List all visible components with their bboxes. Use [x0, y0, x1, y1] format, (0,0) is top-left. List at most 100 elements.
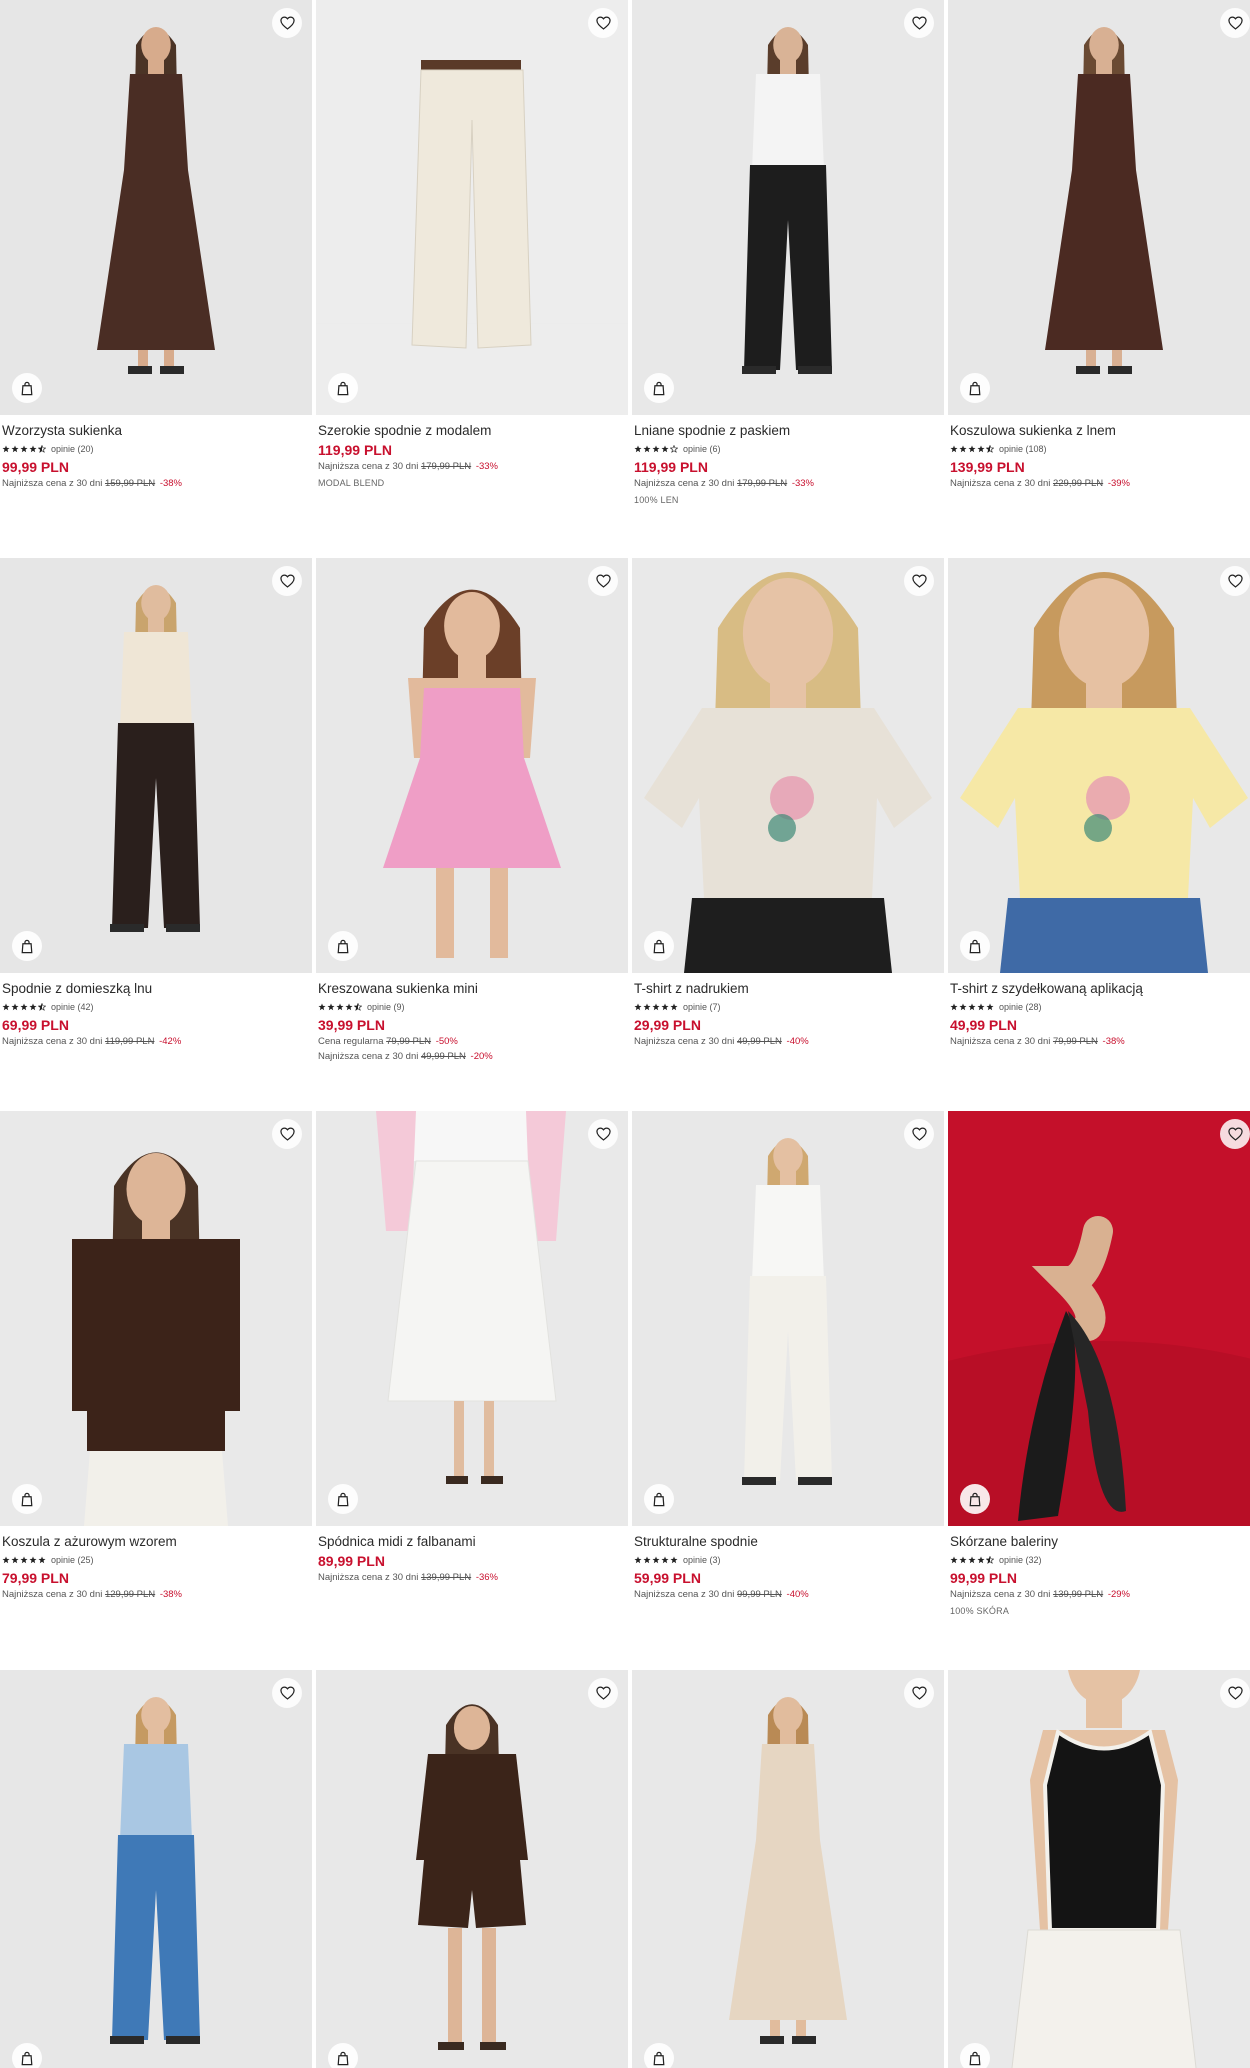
- product-card[interactable]: Kreszowana sukienka mini opinie (9) 39,99…: [316, 558, 628, 1098]
- product-info: Skórzane baleriny opinie (32) 99,99 PLN Na…: [950, 1533, 1250, 1619]
- shopping-bag-icon[interactable]: [960, 1484, 990, 1514]
- product-card[interactable]: Szerokie spodnie z modalem 119,99 PLN Najn…: [316, 0, 628, 540]
- opinions-count[interactable]: opinie (25): [51, 1555, 94, 1565]
- heart-icon[interactable]: [1220, 566, 1250, 596]
- price-history-line: Najniższa cena z 30 dni 119,99 PLN -42%: [2, 1034, 310, 1049]
- product-card[interactable]: Lniane spodnie z paskiem opinie (6) 119,99…: [632, 0, 944, 540]
- heart-icon[interactable]: [904, 566, 934, 596]
- shopping-bag-icon[interactable]: [644, 2043, 674, 2068]
- product-image[interactable]: [316, 0, 628, 415]
- product-card[interactable]: Skórzane baleriny opinie (32) 99,99 PLN Na…: [948, 1111, 1250, 1651]
- shopping-bag-icon[interactable]: [960, 373, 990, 403]
- heart-icon[interactable]: [588, 1119, 618, 1149]
- product-title[interactable]: Kreszowana sukienka mini: [318, 980, 626, 998]
- heart-icon[interactable]: [1220, 1678, 1250, 1708]
- price-history-line: Najniższa cena z 30 dni 139,99 PLN -29%: [950, 1587, 1250, 1602]
- price-history-label: Najniższa cena z 30 dni: [634, 478, 735, 489]
- star-icon: [950, 1003, 994, 1011]
- heart-icon[interactable]: [904, 8, 934, 38]
- product-title[interactable]: Spodnie z domieszką lnu: [2, 980, 310, 998]
- product-card[interactable]: Koszulowa sukienka z lnem opinie (108) 13…: [948, 0, 1250, 540]
- product-card[interactable]: [948, 1670, 1250, 2068]
- product-image[interactable]: [316, 1670, 628, 2068]
- shopping-bag-icon[interactable]: [328, 2043, 358, 2068]
- shopping-bag-icon[interactable]: [328, 1484, 358, 1514]
- product-card[interactable]: [632, 1670, 944, 2068]
- shopping-bag-icon[interactable]: [12, 931, 42, 961]
- shopping-bag-icon[interactable]: [644, 931, 674, 961]
- shopping-bag-icon[interactable]: [960, 931, 990, 961]
- product-title[interactable]: T-shirt z nadrukiem: [634, 980, 942, 998]
- product-title[interactable]: Koszula z ażurowym wzorem: [2, 1533, 310, 1551]
- old-price: 49,99 PLN: [420, 1051, 466, 1062]
- product-image[interactable]: [316, 1111, 628, 1526]
- heart-icon[interactable]: [272, 566, 302, 596]
- shopping-bag-icon[interactable]: [12, 373, 42, 403]
- product-title[interactable]: Skórzane baleriny: [950, 1533, 1250, 1551]
- product-card[interactable]: Strukturalne spodnie opinie (3) 59,99 PLN N…: [632, 1111, 944, 1651]
- opinions-count[interactable]: opinie (3): [683, 1555, 721, 1565]
- price-history-label: Najniższa cena z 30 dni: [950, 1589, 1051, 1600]
- opinions-count[interactable]: opinie (7): [683, 1002, 721, 1012]
- shopping-bag-icon[interactable]: [12, 2043, 42, 2068]
- shopping-bag-icon[interactable]: [328, 931, 358, 961]
- product-card[interactable]: T-shirt z nadrukiem opinie (7) 29,99 PLN Na…: [632, 558, 944, 1098]
- heart-icon[interactable]: [588, 8, 618, 38]
- product-image[interactable]: [948, 0, 1250, 415]
- star-icon: [2, 1003, 46, 1011]
- product-image[interactable]: [948, 1670, 1250, 2068]
- product-title[interactable]: Wzorzysta sukienka: [2, 422, 310, 440]
- product-title[interactable]: Szerokie spodnie z modalem: [318, 422, 626, 440]
- star-icon: [2, 445, 46, 453]
- product-image[interactable]: [316, 558, 628, 973]
- product-image[interactable]: [632, 558, 944, 973]
- discount-badge: -39%: [1107, 478, 1130, 489]
- product-card[interactable]: [0, 1670, 312, 2068]
- opinions-count[interactable]: opinie (20): [51, 444, 94, 454]
- product-image[interactable]: [0, 1111, 312, 1526]
- opinions-count[interactable]: opinie (28): [999, 1002, 1042, 1012]
- material-note: 100% SKÓRA: [950, 1606, 1010, 1616]
- opinions-count[interactable]: opinie (9): [367, 1002, 405, 1012]
- product-card[interactable]: [316, 1670, 628, 2068]
- opinions-count[interactable]: opinie (32): [999, 1555, 1042, 1565]
- discount-badge: -36%: [475, 1572, 498, 1583]
- product-image[interactable]: [632, 1111, 944, 1526]
- product-card[interactable]: Spódnica midi z falbanami 89,99 PLN Najniż…: [316, 1111, 628, 1651]
- shopping-bag-icon[interactable]: [328, 373, 358, 403]
- shopping-bag-icon[interactable]: [644, 373, 674, 403]
- product-image[interactable]: [632, 0, 944, 415]
- product-image[interactable]: [948, 558, 1250, 973]
- heart-icon[interactable]: [272, 1119, 302, 1149]
- old-price: 49,99 PLN: [736, 1036, 782, 1047]
- heart-icon[interactable]: [272, 8, 302, 38]
- heart-icon[interactable]: [588, 566, 618, 596]
- heart-icon[interactable]: [904, 1678, 934, 1708]
- product-title[interactable]: Lniane spodnie z paskiem: [634, 422, 942, 440]
- opinions-count[interactable]: opinie (42): [51, 1002, 94, 1012]
- product-image[interactable]: [0, 0, 312, 415]
- opinions-count[interactable]: opinie (108): [999, 444, 1047, 454]
- product-image[interactable]: [0, 1670, 312, 2068]
- product-card[interactable]: Spodnie z domieszką lnu opinie (42) 69,99…: [0, 558, 312, 1098]
- heart-icon[interactable]: [588, 1678, 618, 1708]
- opinions-count[interactable]: opinie (6): [683, 444, 721, 454]
- product-card[interactable]: Wzorzysta sukienka opinie (20) 99,99 PLN N…: [0, 0, 312, 540]
- product-price: 39,99 PLN: [318, 1017, 385, 1033]
- product-title[interactable]: Koszulowa sukienka z lnem: [950, 422, 1250, 440]
- product-title[interactable]: T-shirt z szydełkowaną aplikacją: [950, 980, 1250, 998]
- product-image[interactable]: [0, 558, 312, 973]
- product-image[interactable]: [948, 1111, 1250, 1526]
- product-title[interactable]: Spódnica midi z falbanami: [318, 1533, 626, 1551]
- heart-icon[interactable]: [1220, 8, 1250, 38]
- shopping-bag-icon[interactable]: [644, 1484, 674, 1514]
- product-title[interactable]: Strukturalne spodnie: [634, 1533, 942, 1551]
- shopping-bag-icon[interactable]: [960, 2043, 990, 2068]
- product-image[interactable]: [632, 1670, 944, 2068]
- product-card[interactable]: Koszula z ażurowym wzorem opinie (25) 79,9…: [0, 1111, 312, 1651]
- product-card[interactable]: T-shirt z szydełkowaną aplikacją opinie (…: [948, 558, 1250, 1098]
- heart-icon[interactable]: [272, 1678, 302, 1708]
- heart-icon[interactable]: [904, 1119, 934, 1149]
- heart-icon[interactable]: [1220, 1119, 1250, 1149]
- shopping-bag-icon[interactable]: [12, 1484, 42, 1514]
